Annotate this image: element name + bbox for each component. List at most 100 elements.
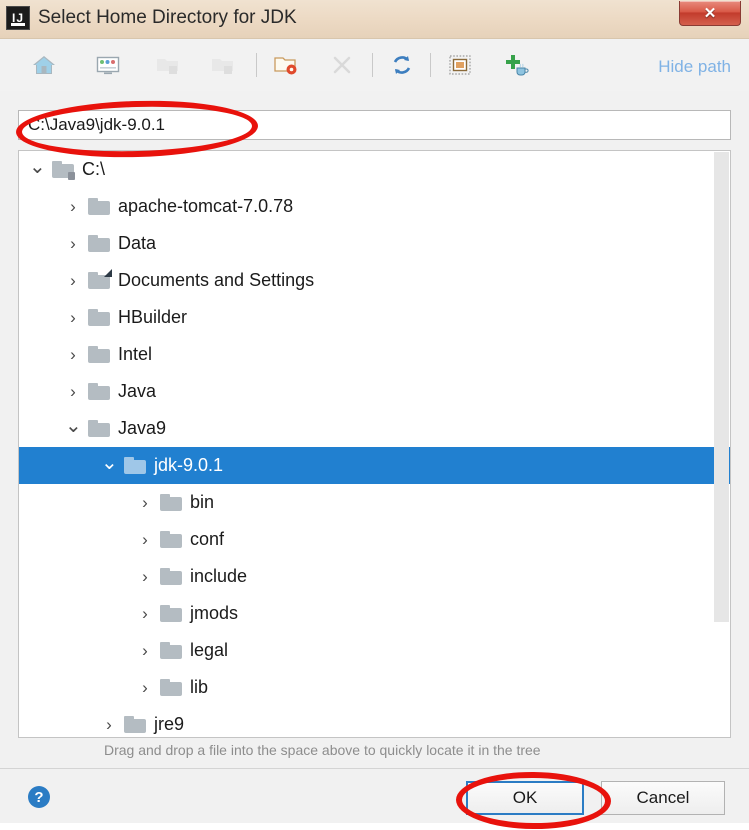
tree-scrollbar[interactable]	[714, 152, 729, 737]
chevron-right-icon[interactable]: ›	[65, 235, 81, 252]
folder-icon	[160, 679, 182, 696]
folder-up-button	[150, 47, 186, 83]
cancel-button[interactable]: Cancel	[601, 781, 725, 815]
delete-button	[324, 47, 360, 83]
page-title: Select Home Directory for JDK	[38, 7, 297, 28]
chevron-right-icon[interactable]: ›	[65, 309, 81, 326]
chevron-right-icon[interactable]: ›	[137, 605, 153, 622]
folder-icon	[160, 494, 182, 511]
tree-row[interactable]: › jmods	[19, 595, 730, 632]
folder-icon	[88, 346, 110, 363]
tree-row[interactable]: › conf	[19, 521, 730, 558]
toolbar-separator-1	[256, 53, 257, 77]
tree-row-label: C:\	[82, 159, 106, 179]
home-button[interactable]	[26, 47, 62, 83]
tree-row-label: Documents and Settings	[118, 270, 315, 290]
folder-icon	[88, 198, 110, 215]
path-input-value: C:\Java9\jdk-9.0.1	[28, 115, 166, 134]
tree-row[interactable]: ⌄ C:\	[19, 151, 730, 188]
folder-icon	[88, 235, 110, 252]
show-hidden-files-button[interactable]	[442, 47, 478, 83]
folder-icon	[160, 531, 182, 548]
folder-prev-icon	[210, 52, 236, 78]
tree-row[interactable]: ⌄ jdk-9.0.1	[19, 447, 730, 484]
tree-row[interactable]: › include	[19, 558, 730, 595]
chevron-right-icon[interactable]: ›	[137, 494, 153, 511]
tree-row-label: lib	[190, 677, 209, 697]
path-input[interactable]: C:\Java9\jdk-9.0.1	[18, 110, 731, 140]
folder-icon	[160, 605, 182, 622]
hide-path-link[interactable]: Hide path	[658, 57, 731, 77]
folder-icon	[88, 420, 110, 437]
chevron-right-icon[interactable]: ›	[137, 531, 153, 548]
tree-row[interactable]: › HBuilder	[19, 299, 730, 336]
folder-icon	[160, 642, 182, 659]
close-icon: ✕	[703, 5, 717, 22]
folder-icon	[88, 269, 112, 289]
folder-icon	[160, 568, 182, 585]
tree-row-label: HBuilder	[118, 307, 188, 327]
folder-icon	[88, 383, 110, 400]
tree-row[interactable]: › Data	[19, 225, 730, 262]
chevron-right-icon[interactable]: ›	[65, 383, 81, 400]
tree-row-label: bin	[190, 492, 215, 512]
chevron-right-icon[interactable]: ›	[65, 346, 81, 363]
tree-row[interactable]: › Intel	[19, 336, 730, 373]
add-jdk-button[interactable]	[498, 47, 534, 83]
folder-icon	[88, 309, 110, 326]
drag-drop-hint: Drag and drop a file into the space abov…	[104, 742, 541, 758]
desktop-button[interactable]	[90, 47, 126, 83]
refresh-icon	[389, 52, 415, 78]
chevron-down-icon[interactable]: ⌄	[65, 416, 82, 436]
dialog-footer: ? OK Cancel	[0, 768, 749, 823]
toolbar-separator-3	[430, 53, 431, 77]
home-icon	[31, 52, 57, 78]
help-button[interactable]: ?	[28, 786, 50, 808]
tree-row-label: include	[190, 566, 248, 586]
tree-row[interactable]: › Documents and Settings	[19, 262, 730, 299]
tree-row[interactable]: › apache-tomcat-7.0.78	[19, 188, 730, 225]
tree-row[interactable]: › lib	[19, 669, 730, 706]
tree-row-label: Data	[118, 233, 157, 253]
tree-row[interactable]: › Java	[19, 373, 730, 410]
select-jdk-home-dialog: IJ Select Home Directory for JDK ✕ Hide …	[0, 0, 749, 830]
chevron-right-icon[interactable]: ›	[65, 198, 81, 215]
tree-row[interactable]: ⌄ Java9	[19, 410, 730, 447]
chevron-right-icon[interactable]: ›	[65, 272, 81, 289]
tree-row[interactable]: › jre9	[19, 706, 730, 737]
close-button[interactable]: ✕	[679, 1, 741, 26]
tree-row-label: conf	[190, 529, 225, 549]
tree-row-label: Java	[118, 381, 157, 401]
refresh-button[interactable]	[384, 47, 420, 83]
tree-row-label: legal	[190, 640, 229, 660]
tree-row-label: jdk-9.0.1	[154, 455, 224, 475]
add-jdk-icon	[503, 52, 529, 78]
tree-row[interactable]: › bin	[19, 484, 730, 521]
tree-row-label: Intel	[118, 344, 153, 364]
folder-icon	[124, 716, 146, 733]
help-icon: ?	[34, 788, 44, 806]
folder-prev-button	[205, 47, 241, 83]
chevron-right-icon[interactable]: ›	[137, 568, 153, 585]
new-folder-button[interactable]	[268, 47, 304, 83]
folder-icon	[124, 457, 146, 474]
chevron-right-icon[interactable]: ›	[101, 716, 117, 733]
chevron-down-icon[interactable]: ⌄	[101, 453, 118, 473]
tree-row-label: jre9	[154, 714, 185, 734]
tree-scrollbar-thumb[interactable]	[714, 152, 729, 622]
show-hidden-files-icon	[447, 52, 473, 78]
folder-icon	[52, 161, 75, 180]
tree-row-label: Java9	[118, 418, 167, 438]
directory-tree[interactable]: ⌄ C:\ › apache-tomcat-7.0.78 › Data › Documents…	[18, 150, 731, 738]
tree-row[interactable]: › legal	[19, 632, 730, 669]
title-bar: IJ Select Home Directory for JDK ✕	[0, 0, 749, 39]
tree-row-label: apache-tomcat-7.0.78	[118, 196, 294, 216]
folder-up-icon	[155, 52, 181, 78]
ok-button[interactable]: OK	[466, 781, 584, 815]
chevron-right-icon[interactable]: ›	[137, 642, 153, 659]
close-icon	[330, 53, 354, 77]
chevron-right-icon[interactable]: ›	[137, 679, 153, 696]
chevron-down-icon[interactable]: ⌄	[29, 157, 46, 177]
toolbar: Hide path	[0, 39, 749, 91]
new-folder-icon	[273, 52, 299, 78]
